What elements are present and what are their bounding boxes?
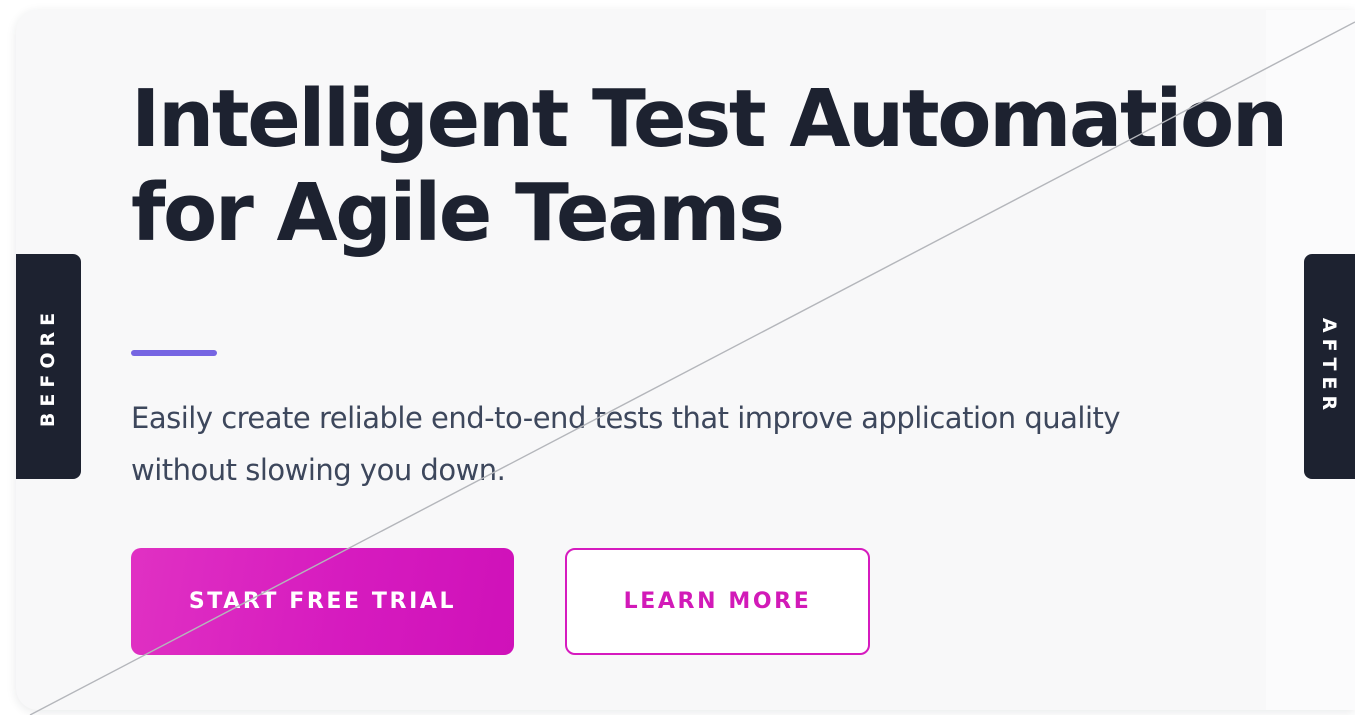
before-tab-label: BEFORE bbox=[37, 306, 60, 427]
before-tab[interactable]: BEFORE bbox=[16, 254, 81, 479]
hero-subtitle: Easily create reliable end-to-end tests … bbox=[131, 392, 1251, 496]
after-tab-label: AFTER bbox=[1318, 317, 1341, 416]
hero-subtitle-line-2: without slowing you down. bbox=[131, 453, 506, 487]
hero-subtitle-line-1: Easily create reliable end-to-end tests … bbox=[131, 401, 1121, 435]
hero-headline: Intelligent Test Automation for Agile Te… bbox=[131, 72, 1288, 260]
hero-headline-line-2: for Agile Teams bbox=[131, 167, 785, 259]
start-free-trial-label: START FREE TRIAL bbox=[188, 589, 457, 614]
hero-headline-line-1: Intelligent Test Automation bbox=[131, 73, 1288, 165]
before-after-comparison: Intelligent Test Automation for Agile Te… bbox=[0, 0, 1355, 715]
after-tab[interactable]: AFTER bbox=[1304, 254, 1355, 479]
learn-more-label: LEARN MORE bbox=[623, 589, 812, 614]
learn-more-button[interactable]: LEARN MORE bbox=[565, 548, 870, 655]
accent-divider bbox=[131, 350, 217, 356]
start-free-trial-button[interactable]: START FREE TRIAL bbox=[131, 548, 514, 655]
